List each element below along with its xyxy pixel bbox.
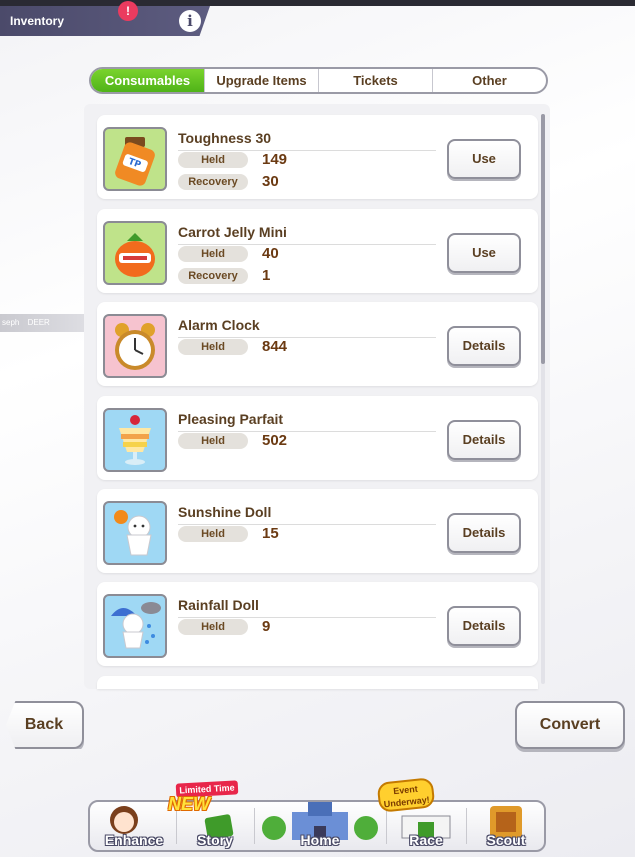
- back-button[interactable]: Back: [6, 701, 84, 749]
- recovery-label: Recovery: [178, 174, 248, 190]
- nav-enhance[interactable]: Enhance: [94, 802, 174, 850]
- carrot-jelly-icon: [103, 221, 167, 285]
- nav-divider: [386, 808, 387, 844]
- held-value: 15: [262, 525, 279, 542]
- details-button[interactable]: Details: [447, 606, 521, 646]
- side-tag-left: seph: [2, 318, 20, 327]
- recovery-value: 1: [262, 267, 271, 284]
- divider: [178, 431, 436, 432]
- details-button[interactable]: Details: [447, 420, 521, 460]
- tab-upgrade-items[interactable]: Upgrade Items: [204, 69, 318, 92]
- divider: [178, 150, 436, 151]
- side-tag-middle: DEER: [27, 318, 50, 327]
- held-label: Held: [178, 152, 248, 168]
- nav-label: Enhance: [104, 832, 164, 848]
- divider: [178, 617, 436, 618]
- held-value: 149: [262, 151, 288, 168]
- held-value: 502: [262, 432, 288, 449]
- convert-button[interactable]: Convert: [515, 701, 625, 749]
- side-tag: seph DEER: [0, 314, 96, 332]
- held-label: Held: [178, 246, 248, 262]
- held-label: Held: [178, 526, 248, 542]
- nav-home[interactable]: Home: [256, 802, 384, 850]
- item-card-alarm-clock: Alarm Clock Held 844 Details: [97, 302, 538, 386]
- item-card-sunshine-doll: Sunshine Doll Held 15 Details: [97, 489, 538, 573]
- item-name: Rainfall Doll: [178, 597, 259, 613]
- held-value: 9: [262, 618, 271, 635]
- divider: [178, 524, 436, 525]
- bottom-nav: Enhance Story Home Race Scout: [88, 800, 546, 852]
- top-bar: [0, 0, 635, 6]
- item-card-pleasing-parfait: Pleasing Parfait Held 502 Details: [97, 396, 538, 480]
- item-card-partial: [97, 676, 538, 689]
- tab-consumables[interactable]: Consumables: [91, 69, 204, 92]
- nav-divider: [466, 808, 467, 844]
- item-name: Alarm Clock: [178, 317, 260, 333]
- list-scrollbar[interactable]: [541, 114, 545, 684]
- notification-badge: !: [118, 1, 138, 21]
- parfait-icon: [103, 408, 167, 472]
- nav-label: Story: [197, 832, 233, 848]
- item-name: Toughness 30: [178, 130, 272, 146]
- held-label: Held: [178, 339, 248, 355]
- info-icon[interactable]: i: [179, 10, 201, 32]
- sunshine-doll-icon: [103, 501, 167, 565]
- alarm-clock-icon: [103, 314, 167, 378]
- tab-other[interactable]: Other: [432, 69, 546, 92]
- divider: [178, 244, 436, 245]
- page-title: Inventory: [10, 14, 65, 28]
- event-underway-badge: Event Underway!: [376, 777, 436, 813]
- details-button[interactable]: Details: [447, 513, 521, 553]
- nav-label: Race: [409, 832, 443, 848]
- item-name: Carrot Jelly Mini: [178, 224, 287, 240]
- held-value: 40: [262, 245, 279, 262]
- rainfall-doll-icon: [103, 594, 167, 658]
- held-value: 844: [262, 338, 288, 355]
- nav-label: Scout: [486, 832, 526, 848]
- nav-scout[interactable]: Scout: [468, 802, 544, 850]
- held-label: Held: [178, 619, 248, 635]
- use-button[interactable]: Use: [447, 233, 521, 273]
- nav-label: Home: [300, 832, 340, 848]
- scrollbar-thumb[interactable]: [541, 114, 545, 364]
- new-badge: NEW: [168, 794, 210, 814]
- category-tabs: Consumables Upgrade Items Tickets Other: [89, 67, 548, 94]
- use-button[interactable]: Use: [447, 139, 521, 179]
- item-card-toughness-30: TP Toughness 30 Held 149 Recovery 30 Use: [97, 115, 538, 199]
- item-name: Sunshine Doll: [178, 504, 272, 520]
- details-button[interactable]: Details: [447, 326, 521, 366]
- tp-bottle-icon: TP: [103, 127, 167, 191]
- recovery-label: Recovery: [178, 268, 248, 284]
- held-label: Held: [178, 433, 248, 449]
- nav-divider: [254, 808, 255, 844]
- item-name: Pleasing Parfait: [178, 411, 284, 427]
- divider: [178, 337, 436, 338]
- tab-tickets[interactable]: Tickets: [318, 69, 432, 92]
- item-card-carrot-jelly-mini: Carrot Jelly Mini Held 40 Recovery 1 Use: [97, 209, 538, 293]
- inventory-header: Inventory i: [0, 6, 210, 36]
- item-card-rainfall-doll: Rainfall Doll Held 9 Details: [97, 582, 538, 666]
- recovery-value: 30: [262, 173, 279, 190]
